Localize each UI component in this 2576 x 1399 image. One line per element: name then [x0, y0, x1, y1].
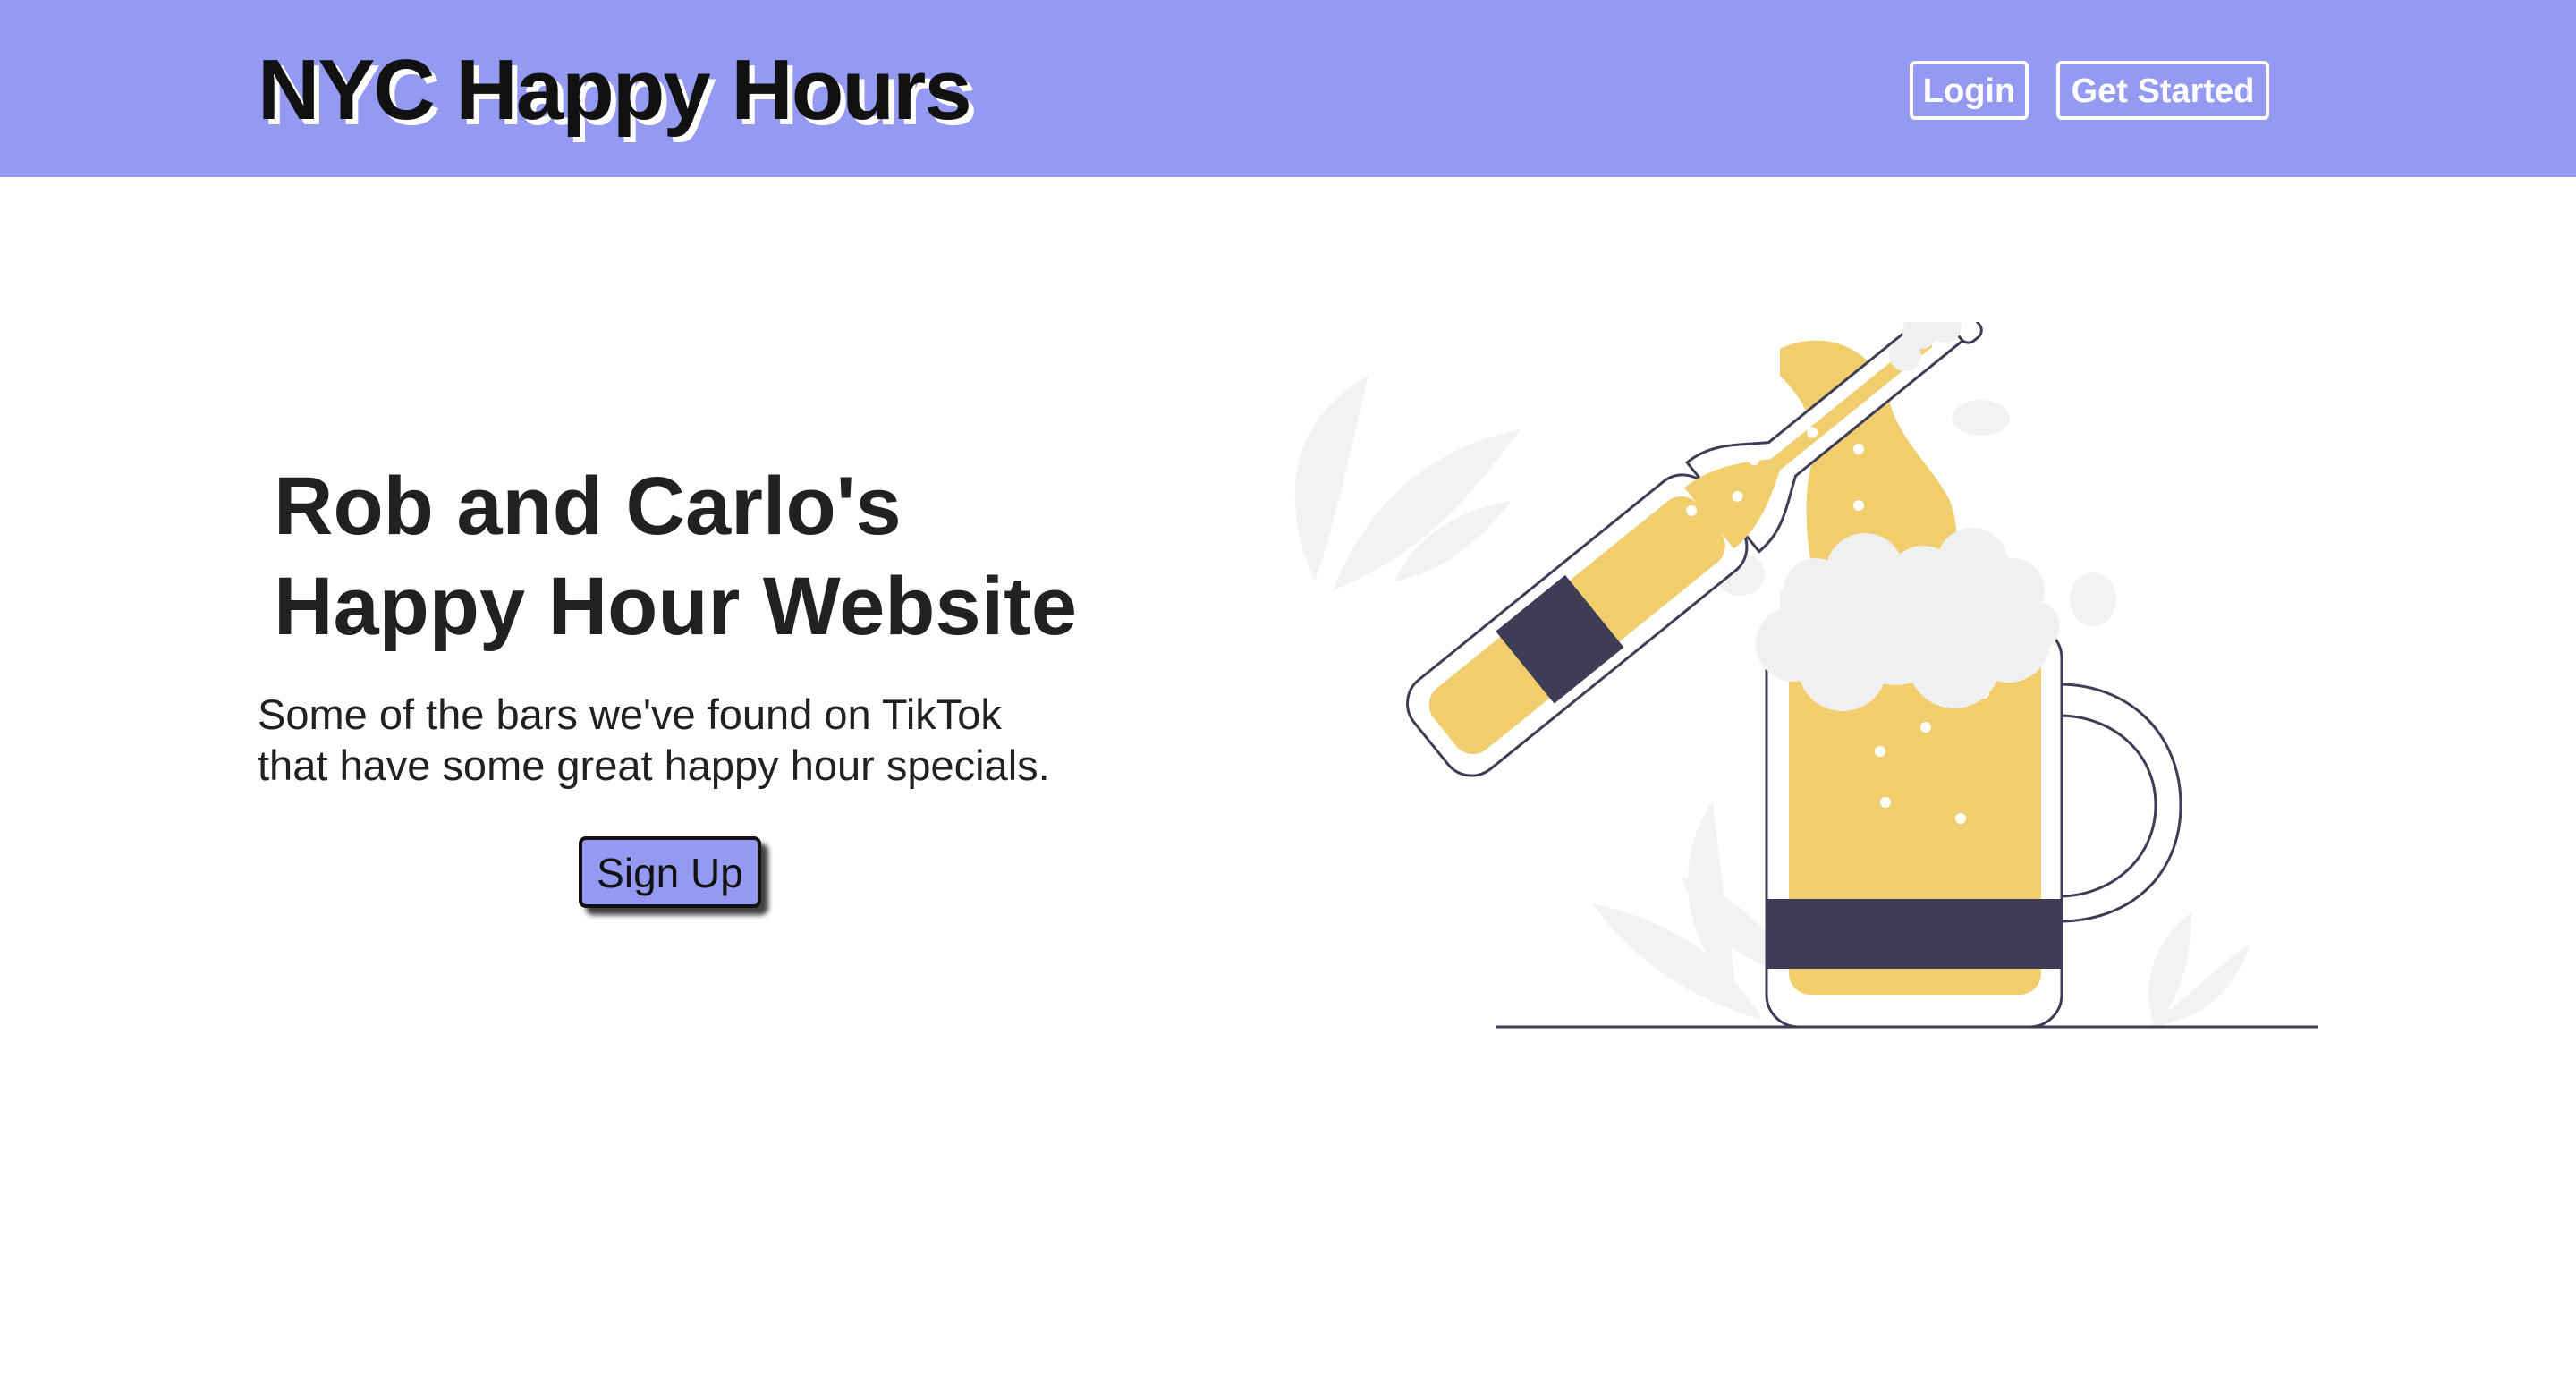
- hero-subtitle: Some of the bars we've found on TikTok t…: [258, 689, 1050, 791]
- hero-title: Rob and Carlo's Happy Hour Website: [274, 456, 1077, 657]
- hero-title-line-2: Happy Hour Website: [274, 561, 1077, 652]
- navbar: NYC Happy Hours Login Get Started: [0, 0, 2576, 177]
- beer-pouring-illustration: [1294, 322, 2318, 1029]
- sign-up-button[interactable]: Sign Up: [579, 836, 761, 908]
- hero-subtitle-line-1: Some of the bars we've found on TikTok: [258, 691, 1002, 738]
- get-started-button[interactable]: Get Started: [2056, 61, 2269, 120]
- hero-title-line-1: Rob and Carlo's: [274, 461, 902, 552]
- hero-subtitle-line-2: that have some great happy hour specials…: [258, 742, 1050, 789]
- brand-title[interactable]: NYC Happy Hours: [258, 41, 972, 140]
- login-button[interactable]: Login: [1910, 61, 2029, 120]
